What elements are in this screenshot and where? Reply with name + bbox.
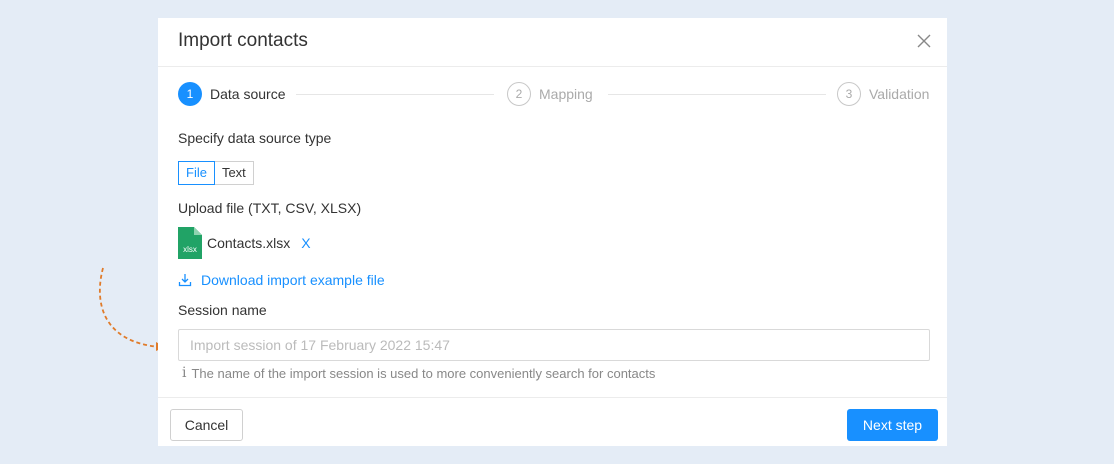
session-name-label: Session name [178,302,267,318]
step-mapping[interactable]: 2 Mapping [507,82,593,106]
remove-file-button[interactable]: X [301,235,310,251]
step-label: Validation [869,86,930,102]
step-number: 2 [507,82,531,106]
download-example-label: Download import example file [201,272,385,288]
source-type-toggle: File Text [178,161,254,185]
file-name: Contacts.xlsx [207,235,291,251]
step-number: 1 [178,82,202,106]
stepper: 1 Data source 2 Mapping 3 Validation [178,82,930,108]
session-name-input[interactable] [178,329,930,361]
dialog-header: Import contacts [158,18,947,67]
download-example-link[interactable]: Download import example file [178,272,385,288]
session-name-hint: i The name of the import session is used… [182,365,655,381]
next-step-button[interactable]: Next step [847,409,938,441]
step-data-source[interactable]: 1 Data source [178,82,285,106]
step-connector [608,94,826,95]
close-button[interactable] [913,30,935,52]
step-connector [296,94,494,95]
cancel-button[interactable]: Cancel [170,409,243,441]
step-label: Data source [210,86,286,102]
xlsx-file-icon: xlsx [178,227,202,259]
hint-text: The name of the import session is used t… [191,365,656,381]
source-type-file-button[interactable]: File [178,161,215,185]
step-label: Mapping [539,86,593,102]
source-type-label: Specify data source type [178,130,332,146]
import-contacts-dialog: Import contacts 1 Data source 2 Mapping … [158,18,947,446]
source-type-text-button[interactable]: Text [213,161,254,185]
step-validation[interactable]: 3 Validation [837,82,929,106]
svg-text:xlsx: xlsx [183,245,197,254]
upload-file-label: Upload file (TXT, CSV, XLSX) [178,200,362,216]
dialog-title: Import contacts [178,30,308,51]
step-number: 3 [837,82,861,106]
dialog-footer: Cancel Next step [158,397,947,446]
close-icon [917,34,931,48]
download-icon [178,274,192,287]
info-icon: i [182,365,187,381]
uploaded-file: xlsx Contacts.xlsx X [178,227,311,259]
